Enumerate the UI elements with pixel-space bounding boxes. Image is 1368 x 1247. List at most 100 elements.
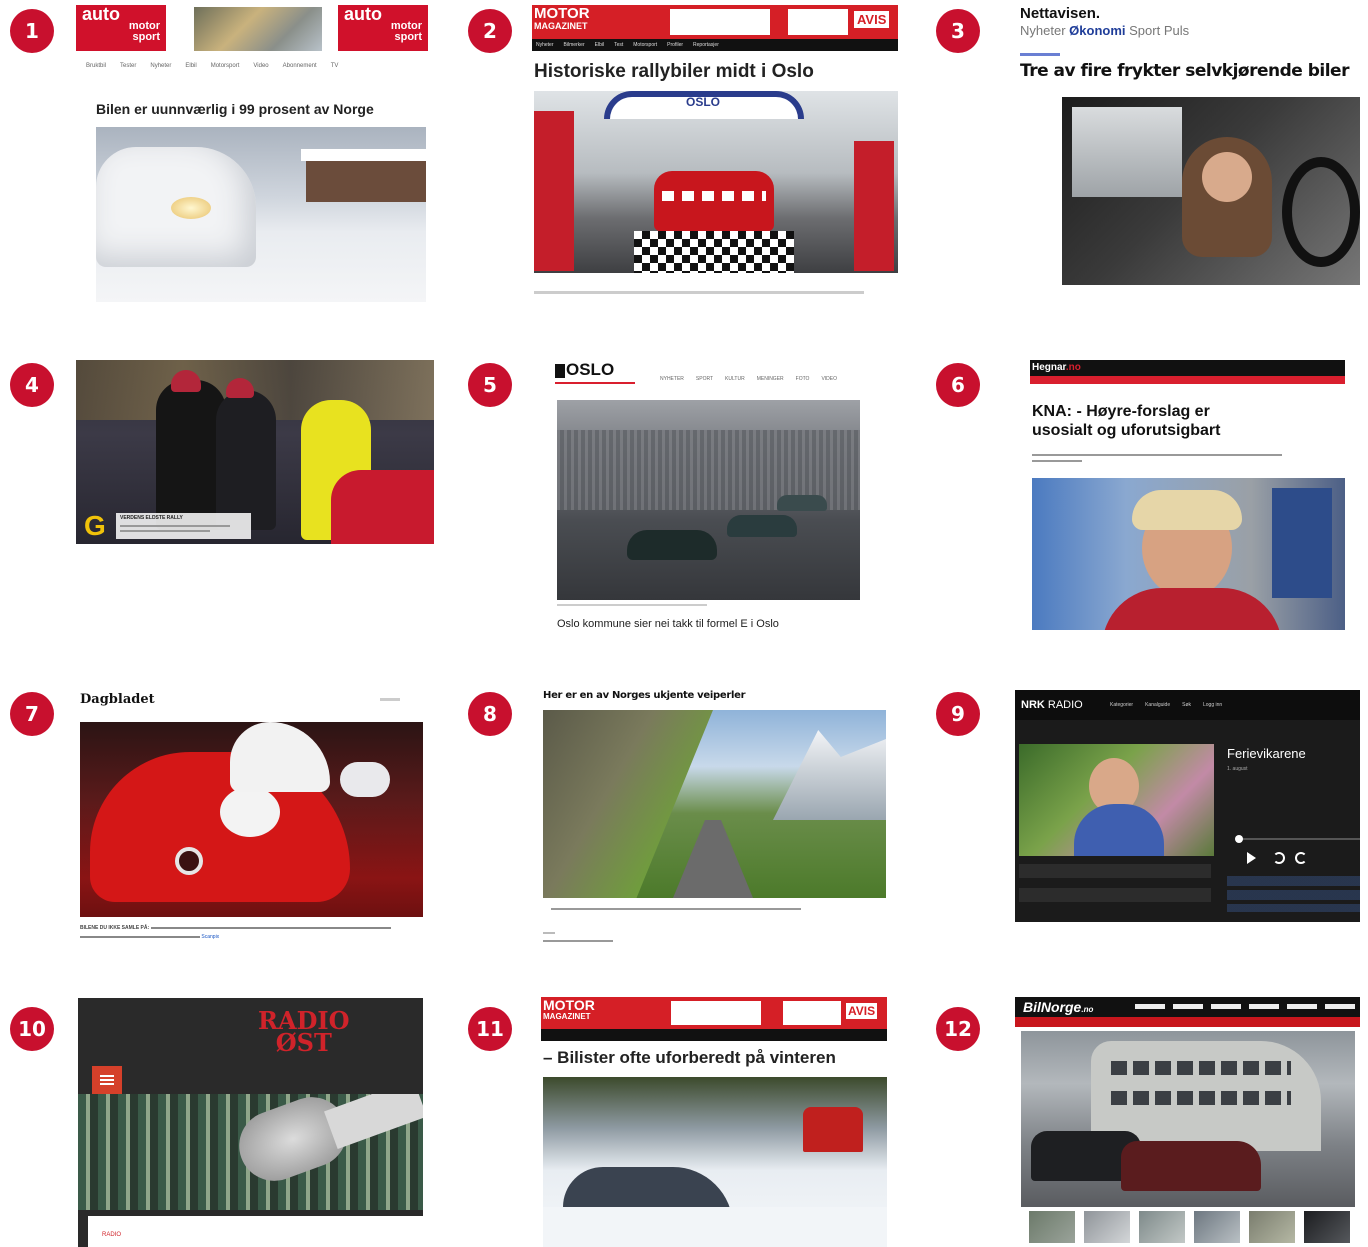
nav-item[interactable]: Abonnement <box>283 63 317 69</box>
rally-photo: OSLO <box>534 91 898 273</box>
nav-kanalguide[interactable]: Kanalguide <box>1145 702 1170 708</box>
caption-bold: BILENE DU IKKE SAMLE PÅ: <box>80 925 150 931</box>
avis-logo: AVIS <box>854 11 890 28</box>
logo: MOTOR MAGAZINET <box>534 5 590 31</box>
caption: BILENE DU IKKE SAMLE PÅ: Scanpix <box>80 924 423 942</box>
brand: Nettavisen. <box>1020 5 1101 22</box>
number-badge-3: 3 <box>936 9 980 53</box>
car-interior-photo <box>1062 97 1360 285</box>
thumbnail[interactable] <box>1249 1211 1295 1243</box>
progress-track[interactable] <box>1237 838 1360 840</box>
nav-item[interactable]: Video <box>253 63 268 69</box>
nav-sok[interactable]: Søk <box>1182 702 1191 708</box>
ad-banner <box>671 1001 761 1025</box>
thumbnail[interactable] <box>1084 1211 1130 1243</box>
rewind-icon[interactable] <box>1273 852 1285 864</box>
nav-bar <box>1135 1004 1360 1009</box>
nav-item[interactable]: NYHETER <box>660 376 684 382</box>
screenshot-auto-motor-sport: auto motor sport auto motor sport Bruktb… <box>76 5 430 302</box>
episode-row[interactable] <box>1019 864 1211 878</box>
sub-nav-bar <box>1015 1017 1360 1027</box>
valley-road-photo <box>543 710 886 898</box>
nav-item[interactable]: TV <box>331 63 339 69</box>
thumbnail[interactable] <box>1029 1211 1075 1243</box>
menu-hint[interactable] <box>380 698 400 701</box>
number-badge-8: 8 <box>468 692 512 736</box>
screenshot-nrk-radio: NRK RADIO Kategorier Kanalguide Søk Logg… <box>1015 690 1360 922</box>
race-track-photo <box>557 400 860 600</box>
nav-item[interactable]: Reportasjer <box>693 42 719 48</box>
nav-item[interactable]: Bilmerker <box>564 42 585 48</box>
episode-row[interactable] <box>1019 888 1211 902</box>
brand: BilNorge.no <box>1023 999 1094 1015</box>
nav-item[interactable]: VIDEO <box>821 376 837 382</box>
screenshot-oslo-formel-e: OSLO NYHETER SPORT KULTUR MENINGER FOTO … <box>555 360 860 630</box>
screenshot-grid: 1 2 3 4 5 6 7 8 9 10 11 12 auto motor sp… <box>0 0 1368 1247</box>
screenshot-nettavisen: Nettavisen. Nyheter Økonomi Sport Puls T… <box>1020 5 1360 285</box>
content-panel <box>88 1216 423 1247</box>
section-tag: RADIO <box>102 1232 122 1238</box>
nav-item[interactable]: Tester <box>120 63 136 69</box>
nav-item[interactable]: Motorsport <box>633 42 657 48</box>
nav-item[interactable]: FOTO <box>796 376 810 382</box>
show-title: Ferievikarene <box>1227 746 1306 761</box>
number-badge-9: 9 <box>936 692 980 736</box>
number-badge-4: 4 <box>10 363 54 407</box>
nav-item[interactable]: Test <box>614 42 623 48</box>
screenshot-video-rally-interview: G VERDENS ELDSTE RALLY <box>76 360 434 544</box>
nav-item[interactable]: Profiler <box>667 42 683 48</box>
brand: Dagbladet <box>80 692 155 707</box>
red-ferrari-photo <box>80 722 423 917</box>
screenshot-motor-magazinet-winter: MOTOR MAGAZINET AVIS – Bilister ofte ufo… <box>541 997 887 1247</box>
arch-text: OSLO <box>686 95 721 109</box>
nav-item[interactable]: Nyheter <box>536 42 554 48</box>
nav-item[interactable]: Elbil <box>185 63 196 69</box>
ingress-line <box>1032 460 1082 462</box>
nav-item[interactable]: SPORT <box>696 376 713 382</box>
nav-logg-inn[interactable]: Logg inn <box>1203 702 1222 708</box>
thumbnail[interactable] <box>1139 1211 1185 1243</box>
nav-sport[interactable]: Sport <box>1129 23 1160 38</box>
nav-nyheter[interactable]: Nyheter <box>1020 23 1066 38</box>
brand: NRK RADIO <box>1021 699 1083 711</box>
lower-third: VERDENS ELDSTE RALLY <box>116 513 251 539</box>
menu-button[interactable] <box>92 1066 122 1094</box>
byline-line <box>543 932 555 934</box>
ingress-line <box>1032 454 1282 456</box>
screenshot-hegnar-kna: Hegnar.no KNA: - Høyre-forslag er usosia… <box>1030 360 1345 630</box>
nav-item[interactable]: Nyheter <box>150 63 171 69</box>
winter-crash-photo <box>543 1077 887 1247</box>
tag-list <box>1227 876 1360 912</box>
thumbnail[interactable] <box>1194 1211 1240 1243</box>
progress-handle[interactable] <box>1235 835 1243 843</box>
nav-item[interactable]: Elbil <box>595 42 604 48</box>
screenshot-bilnorge: BilNorge.no <box>1015 997 1360 1247</box>
mercedes-building-photo <box>1021 1031 1355 1207</box>
screenshot-dagbladet: Dagbladet BILENE DU IKKE SAMLE PÅ: Scanp… <box>80 690 426 960</box>
caption-link[interactable]: Scanpix <box>201 934 219 940</box>
nav-item[interactable]: KULTUR <box>725 376 745 382</box>
headline: KNA: - Høyre-forslag er usosialt og ufor… <box>1032 403 1221 439</box>
screenshot-radio-ost: RADIO ØST RADIO <box>78 998 423 1247</box>
nav-item[interactable]: Motorsport <box>211 63 240 69</box>
channel-logo: G <box>84 510 106 541</box>
forward-icon[interactable] <box>1295 852 1307 864</box>
nav-okonomi[interactable]: Økonomi <box>1069 23 1125 38</box>
nav-item[interactable]: Bruktbil <box>86 63 106 69</box>
caption-line <box>551 908 801 910</box>
number-badge-6: 6 <box>936 363 980 407</box>
play-icon[interactable] <box>1247 852 1256 864</box>
headline: Her er en av Norges ukjente veiperler <box>543 690 746 701</box>
number-badge-12: 12 <box>936 1007 980 1051</box>
number-badge-10: 10 <box>10 1007 54 1051</box>
caption-line <box>557 604 707 606</box>
portrait-photo <box>1032 478 1345 630</box>
thumbnail[interactable] <box>1304 1211 1350 1243</box>
nav-bar: NYHETER SPORT KULTUR MENINGER FOTO VIDEO <box>660 376 837 382</box>
avis-logo: AVIS <box>846 1003 878 1019</box>
nav-kategorier[interactable]: Kategorier <box>1110 702 1133 708</box>
nav-puls[interactable]: Puls <box>1164 23 1189 38</box>
number-badge-5: 5 <box>468 363 512 407</box>
ad-banner-2 <box>788 9 848 35</box>
nav-item[interactable]: MENINGER <box>757 376 784 382</box>
